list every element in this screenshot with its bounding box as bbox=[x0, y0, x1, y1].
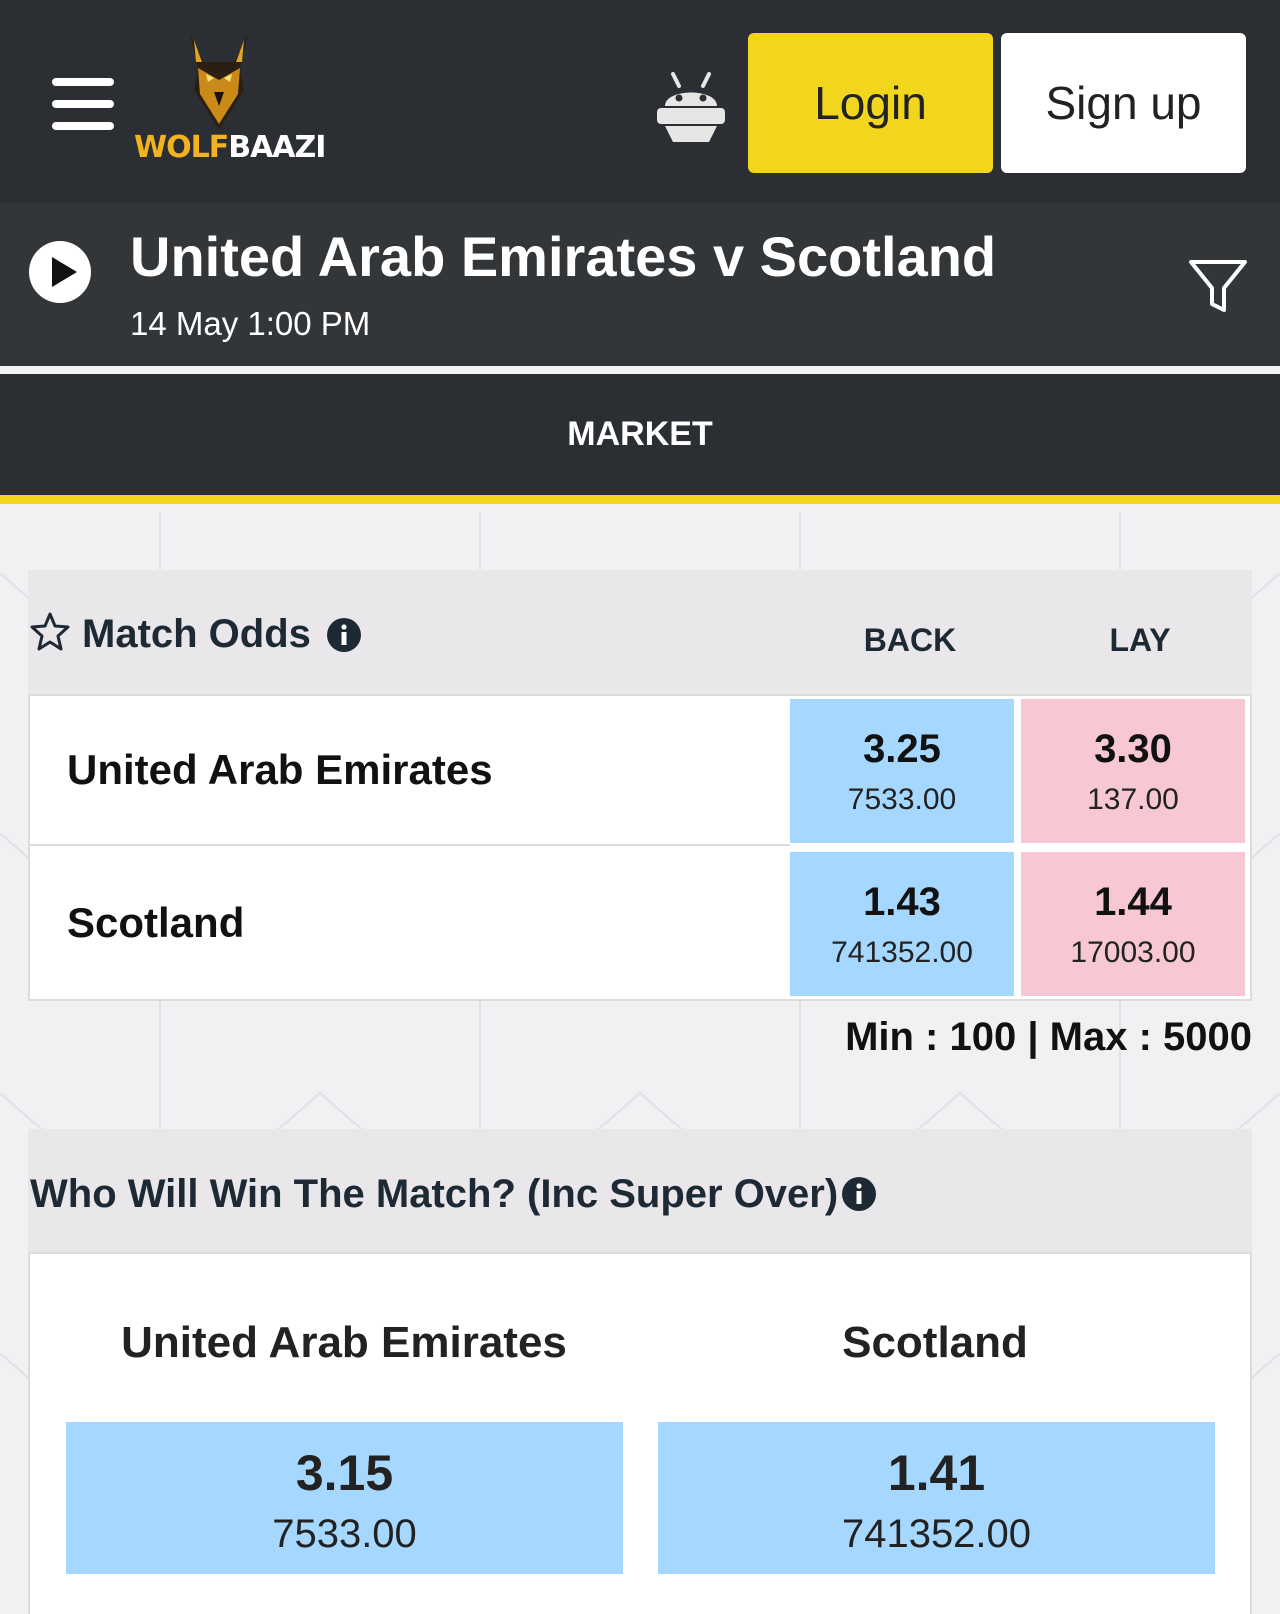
back-size: 741352.00 bbox=[841, 1512, 1032, 1556]
tab-market[interactable]: MARKET bbox=[0, 374, 1280, 504]
back-size: 7533.00 bbox=[272, 1512, 417, 1556]
divider bbox=[0, 366, 1280, 374]
lay-price: 3.30 bbox=[1094, 727, 1172, 771]
signup-button[interactable]: Sign up bbox=[1001, 33, 1246, 173]
tab-market-label: MARKET bbox=[567, 415, 713, 453]
back-price: 1.41 bbox=[887, 1445, 986, 1501]
runner-name: United Arab Emirates bbox=[121, 1318, 567, 1367]
back-odds-button[interactable]: 1.41 741352.00 bbox=[658, 1422, 1215, 1574]
event-datetime: 14 May 1:00 PM bbox=[130, 305, 371, 342]
info-icon[interactable] bbox=[326, 617, 362, 653]
logo-text-wolf: WOLF bbox=[134, 130, 229, 165]
lay-odds-button[interactable]: 3.30 137.00 bbox=[1021, 699, 1245, 843]
runner-row[interactable]: United Arab Emirates bbox=[30, 696, 790, 846]
back-price: 3.25 bbox=[863, 727, 941, 771]
back-odds-button[interactable]: 3.15 7533.00 bbox=[66, 1422, 623, 1574]
site-logo[interactable]: WOLFBAAZI bbox=[134, 32, 326, 172]
runner-name: United Arab Emirates bbox=[67, 746, 493, 793]
back-odds-button[interactable]: 3.25 7533.00 bbox=[790, 699, 1014, 843]
back-price: 3.15 bbox=[295, 1445, 394, 1501]
back-column-header: BACK bbox=[863, 622, 957, 658]
match-odds-title: Match Odds bbox=[82, 612, 311, 656]
filter-icon[interactable] bbox=[1188, 258, 1248, 316]
lay-column-header: LAY bbox=[1109, 622, 1171, 658]
back-odds-button[interactable]: 1.43 741352.00 bbox=[790, 852, 1014, 996]
info-icon[interactable] bbox=[841, 1176, 877, 1212]
login-button[interactable]: Login bbox=[748, 33, 993, 173]
runner-name: Scotland bbox=[842, 1318, 1028, 1367]
lay-odds-button[interactable]: 1.44 17003.00 bbox=[1021, 852, 1245, 996]
android-app-icon[interactable] bbox=[655, 70, 727, 146]
wolf-head-icon bbox=[190, 34, 248, 130]
event-title: United Arab Emirates v Scotland bbox=[130, 225, 997, 288]
play-icon[interactable] bbox=[28, 240, 92, 304]
star-icon[interactable] bbox=[30, 611, 70, 651]
back-size: 7533.00 bbox=[847, 783, 957, 816]
who-will-win-title: Who Will Win The Match? (Inc Super Over) bbox=[30, 1172, 839, 1216]
lay-size: 137.00 bbox=[1087, 783, 1179, 816]
back-price: 1.43 bbox=[863, 880, 941, 924]
lay-price: 1.44 bbox=[1094, 880, 1172, 924]
runner-name: Scotland bbox=[67, 899, 245, 946]
menu-icon[interactable] bbox=[52, 78, 114, 130]
back-size: 741352.00 bbox=[831, 936, 973, 969]
lay-size: 17003.00 bbox=[1070, 936, 1196, 969]
logo-wordmark: WOLFBAAZI bbox=[134, 130, 326, 165]
bet-limits: Min : 100 | Max : 5000 bbox=[845, 1015, 1252, 1059]
runner-row[interactable]: Scotland bbox=[30, 849, 790, 999]
logo-text-baazi: BAAZI bbox=[228, 130, 326, 165]
